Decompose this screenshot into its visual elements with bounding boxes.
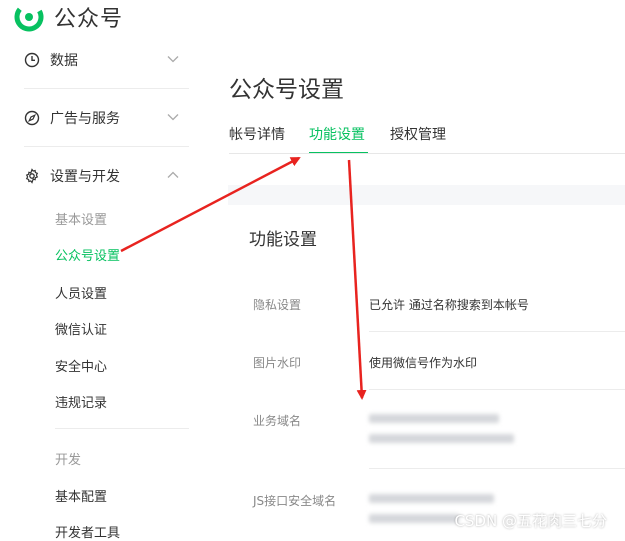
arrow-to-business-domain bbox=[347, 159, 367, 400]
watermark: CSDN @五花肉三七分 bbox=[454, 512, 607, 530]
arrow-to-feature-tab bbox=[120, 156, 301, 253]
annotation-arrows bbox=[120, 156, 367, 400]
